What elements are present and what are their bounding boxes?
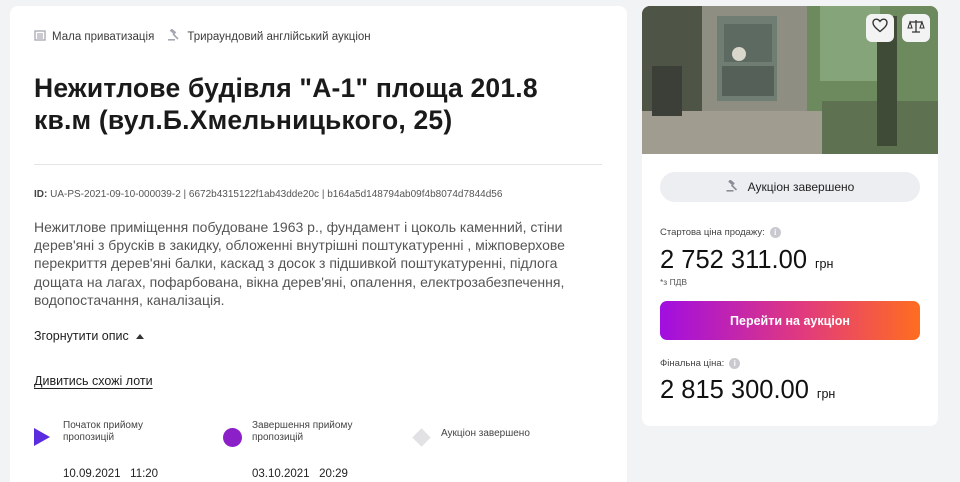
- step-datetime: 10.09.2021 11:20: [63, 468, 159, 480]
- info-icon[interactable]: i: [729, 358, 741, 369]
- final-price-label: Фінальна ціна: i: [660, 358, 741, 369]
- heart-icon: [872, 18, 888, 38]
- compare-button[interactable]: [902, 14, 930, 42]
- step-label: Аукціон завершено: [441, 428, 530, 439]
- auction-sidebar: Аукціон завершено Стартова ціна продажу:…: [642, 6, 938, 426]
- step-datetime: 03.10.2021 20:29: [252, 468, 348, 480]
- currency: грн: [816, 387, 836, 401]
- divider: [34, 164, 602, 165]
- gavel-icon: [168, 28, 181, 44]
- start-price: 2 752 311.00 грн: [660, 246, 833, 275]
- lot-id-line: ID: UA-PS-2021-09-10-000039-2 | 6672b431…: [34, 189, 502, 200]
- start-price-label: Стартова ціна продажу: i: [660, 227, 781, 238]
- tag-label: Трираундовий англійський аукціон: [187, 30, 371, 43]
- lot-details-card: Мала приватизація Трираундовий англійськ…: [10, 6, 627, 482]
- final-price-value: 2 815 300.00: [660, 376, 809, 404]
- circle-icon: [223, 428, 242, 447]
- lot-title: Нежитлове будівля "А-1" площа 201.8 кв.м…: [34, 73, 538, 135]
- building-icon: [34, 29, 46, 44]
- go-to-auction-button[interactable]: Перейти на аукціон: [660, 301, 920, 340]
- auction-status-badge: Аукціон завершено: [660, 172, 920, 202]
- id-label: ID:: [34, 189, 48, 200]
- info-icon[interactable]: i: [769, 227, 781, 238]
- lot-photo[interactable]: [642, 6, 938, 154]
- diamond-icon: [412, 428, 431, 447]
- currency: грн: [815, 257, 834, 271]
- favorite-button[interactable]: [866, 14, 894, 42]
- final-price: 2 815 300.00 грн: [660, 376, 835, 405]
- start-price-value: 2 752 311.00: [660, 246, 807, 274]
- lot-description: Нежитлове приміщення побудоване 1963 р.,…: [34, 219, 565, 308]
- tag-small-privatization: Мала приватизація: [34, 29, 154, 44]
- step-label: Завершення прийому пропозицій: [252, 420, 353, 443]
- collapse-label: Згорнутити опис: [34, 329, 129, 343]
- tag-auction-type: Трираундовий англійський аукціон: [168, 28, 371, 44]
- similar-lots-link[interactable]: Дивитись схожі лоти: [34, 374, 153, 388]
- play-icon: [34, 428, 50, 446]
- lot-tags: Мала приватизація Трираундовий англійськ…: [34, 28, 385, 44]
- vat-note: *з ПДВ: [660, 277, 688, 287]
- gavel-icon: [726, 178, 740, 195]
- chevron-up-icon: [135, 333, 144, 339]
- collapse-description-button[interactable]: Згорнутити опис: [34, 329, 144, 343]
- step-label: Початок прийому пропозицій: [63, 420, 143, 443]
- id-value: UA-PS-2021-09-10-000039-2 | 6672b4315122…: [50, 189, 503, 200]
- tag-label: Мала приватизація: [52, 30, 155, 43]
- scales-icon: [907, 18, 925, 39]
- status-label: Аукціон завершено: [747, 180, 855, 194]
